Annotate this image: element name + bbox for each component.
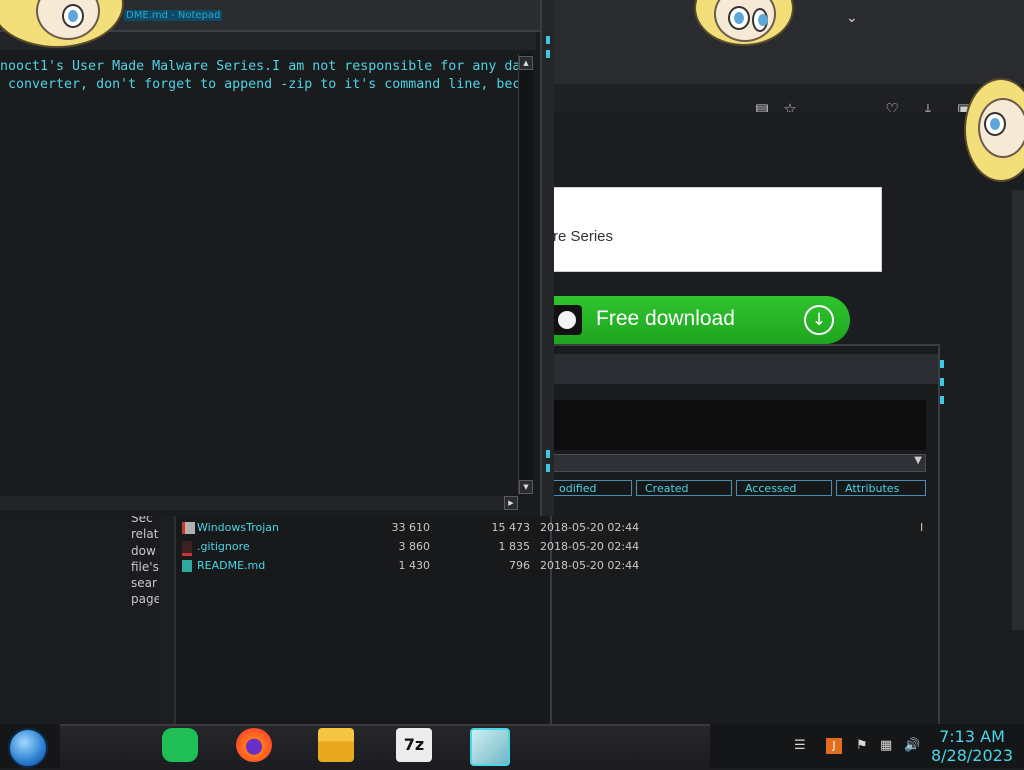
file-name: README.md <box>197 559 266 572</box>
column-accessed[interactable]: Accessed <box>736 480 832 496</box>
archive-toolbar <box>552 400 926 450</box>
text-line: converter, don't forget to append -zip t… <box>0 77 518 92</box>
scroll-down-icon[interactable]: ▼ <box>519 480 533 494</box>
file-name: WindowsTrojan <box>197 521 279 534</box>
notes-app-icon[interactable] <box>162 728 198 762</box>
notepad-taskbar-icon[interactable] <box>470 728 510 766</box>
vertical-scrollbar[interactable]: ▲ ▼ <box>518 54 533 494</box>
side-pane-line: relat <box>131 527 159 542</box>
file-icon <box>182 560 192 572</box>
volume-icon[interactable]: 🔊 <box>904 738 920 753</box>
file-explorer-icon[interactable] <box>318 728 354 762</box>
frame-accent <box>940 396 944 404</box>
side-pane-line: file's <box>131 559 159 574</box>
file-size: 3 860 <box>398 540 431 553</box>
file-modified: 2018-05-20 02:44 <box>540 521 640 534</box>
network-icon[interactable]: ▦ <box>880 738 892 753</box>
cartoon-sticker-icon <box>0 0 124 50</box>
file-attribute: I <box>920 521 924 534</box>
notepad-title: DME.md - Notepad <box>124 10 223 21</box>
file-size: 33 610 <box>391 521 431 534</box>
frame-accent <box>546 450 550 458</box>
start-orb-icon[interactable] <box>8 728 48 768</box>
file-name: .gitignore <box>197 540 250 553</box>
archive-path-field[interactable]: ▼ <box>552 454 926 472</box>
scroll-right-icon[interactable]: ▶ <box>504 496 518 510</box>
repo-title-text: re Series <box>553 228 614 245</box>
frame-accent <box>940 360 944 368</box>
cartoon-sticker-icon <box>694 0 794 46</box>
side-pane-line: page <box>131 592 159 607</box>
system-clock[interactable]: 7:13 AM 8/28/2023 <box>930 727 1014 765</box>
show-hidden-icon[interactable]: ☰ <box>794 738 806 753</box>
file-packed-size: 796 <box>509 559 530 572</box>
file-size: 1 430 <box>398 559 431 572</box>
repo-title-card: re Series <box>552 187 882 272</box>
download-arrow-icon: ↓ <box>804 305 834 335</box>
file-modified: 2018-05-20 02:44 <box>540 540 640 553</box>
chevron-down-icon[interactable]: ▼ <box>914 455 922 466</box>
side-panel-edge <box>1012 190 1024 630</box>
github-icon <box>552 305 582 335</box>
file-modified: 2018-05-20 02:44 <box>540 559 640 572</box>
flag-icon[interactable]: ⚑ <box>856 738 868 753</box>
firefox-icon[interactable] <box>236 728 272 762</box>
free-download-button[interactable]: Free download ↓ <box>552 296 850 344</box>
column-attributes[interactable]: Attributes <box>836 480 926 496</box>
clock-date: 8/28/2023 <box>930 746 1014 765</box>
scroll-up-icon[interactable]: ▲ <box>519 56 533 70</box>
7zip-icon[interactable]: 7z <box>396 728 432 762</box>
side-pane-text: Sec relat dow file's sear page <box>131 510 159 608</box>
horizontal-scrollbar[interactable]: ▶ <box>0 496 518 510</box>
file-packed-size: 15 473 <box>491 521 531 534</box>
cartoon-sticker-icon <box>962 62 1024 182</box>
side-pane-line: sear <box>131 576 157 591</box>
archive-titlebar <box>552 354 938 384</box>
clock-time: 7:13 AM <box>939 727 1005 746</box>
notepad-frame-edge <box>540 0 554 516</box>
frame-accent <box>546 464 550 472</box>
text-line: nooct1's User Made Malware Series.I am n… <box>0 59 518 74</box>
frame-accent <box>546 36 550 44</box>
java-icon[interactable]: J <box>826 738 842 754</box>
file-icon <box>182 541 192 556</box>
column-modified[interactable]: odified <box>550 480 632 496</box>
frame-accent <box>940 378 944 386</box>
frame-accent <box>546 50 550 58</box>
chevron-down-icon[interactable]: ⌄ <box>846 10 858 26</box>
archive-left-border <box>160 516 176 730</box>
taskbar-strip <box>60 724 710 770</box>
side-pane-line: dow <box>131 543 156 558</box>
download-label: Free download <box>596 307 735 330</box>
column-created[interactable]: Created <box>636 480 732 496</box>
file-icon <box>182 522 195 534</box>
taskbar: 7z ☰ J ⚑ ▦ 🔊 7:13 AM 8/28/2023 <box>0 724 1024 770</box>
notepad-window: DME.md - Notepad nooct1's User Made Malw… <box>0 0 554 516</box>
browser-toolbar: ▤ ☆ ♡ ⤓ ▣ ☰ <box>548 44 1024 118</box>
notepad-text-area[interactable]: nooct1's User Made Malware Series.I am n… <box>0 54 518 500</box>
file-packed-size: 1 835 <box>498 540 531 553</box>
